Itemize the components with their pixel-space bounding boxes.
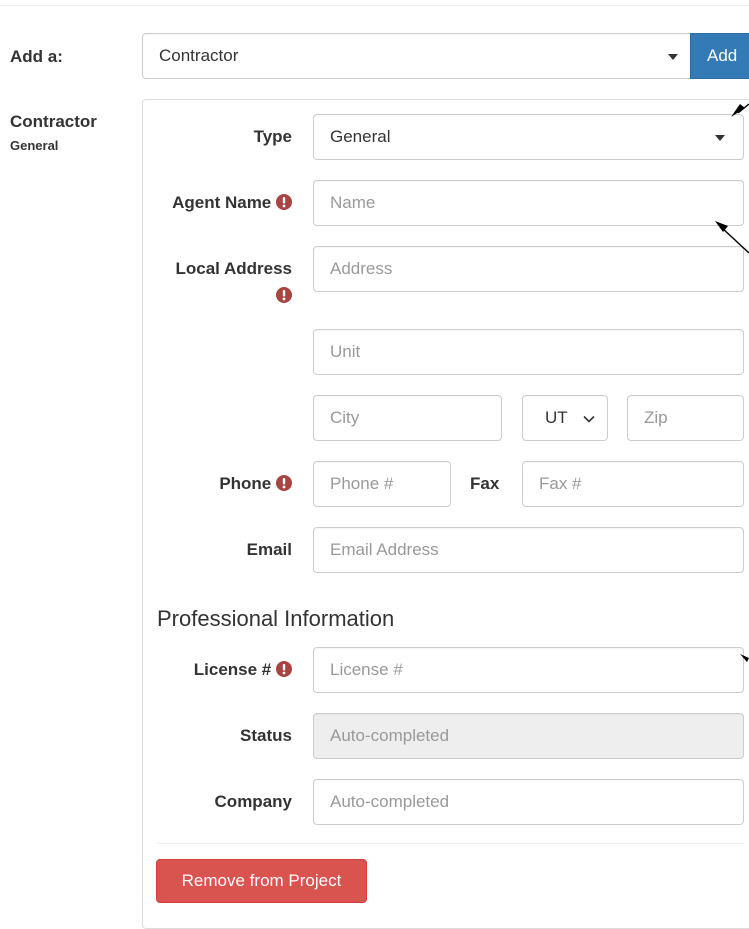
company-input[interactable]: Auto-completed	[313, 779, 744, 825]
contractor-subtype: General	[10, 138, 59, 153]
email-input[interactable]: Email Address	[313, 527, 744, 573]
arrow-icon	[740, 654, 749, 662]
fax-label: Fax	[470, 474, 500, 493]
phone-label: Phone	[219, 474, 292, 494]
professional-info-heading: Professional Information	[157, 606, 395, 631]
top-divider	[0, 5, 749, 6]
arrow-icon	[715, 103, 749, 254]
remove-from-project-button[interactable]: Remove from Project	[156, 859, 367, 903]
type-select[interactable]: General	[313, 114, 744, 160]
add-type-select[interactable]: Contractor	[142, 33, 691, 79]
status-input: Auto-completed	[313, 713, 744, 759]
address-input[interactable]: Address	[313, 246, 744, 292]
type-label: Type	[253, 127, 292, 146]
add-button[interactable]: Add	[690, 33, 749, 79]
phone-input[interactable]: Phone #	[313, 461, 451, 507]
add-type-value: Contractor	[159, 46, 239, 65]
zip-input[interactable]: Zip	[627, 395, 744, 441]
exclamation-circle-icon	[276, 194, 292, 210]
local-address-required	[276, 286, 292, 306]
contractor-heading: Contractor	[10, 112, 97, 131]
exclamation-circle-icon	[276, 287, 292, 303]
agent-name-label-text: Agent Name	[172, 193, 272, 212]
license-label-text: License #	[193, 660, 272, 679]
add-a-label: Add a:	[10, 47, 63, 66]
email-label: Email	[246, 540, 292, 559]
license-input[interactable]: License #	[313, 647, 744, 693]
fax-input[interactable]: Fax #	[522, 461, 744, 507]
chevron-down-icon	[582, 411, 596, 431]
exclamation-circle-icon	[276, 475, 292, 491]
agent-name-input[interactable]: Name	[313, 180, 744, 226]
agent-name-label: Agent Name	[172, 193, 292, 213]
local-address-label: Local Address	[175, 259, 292, 278]
status-label: Status	[240, 726, 292, 745]
exclamation-circle-icon	[276, 661, 292, 677]
caret-down-icon	[668, 54, 678, 60]
license-label: License #	[194, 660, 292, 680]
panel-divider	[157, 843, 744, 844]
city-input[interactable]: City	[313, 395, 502, 441]
phone-label-text: Phone	[219, 474, 272, 493]
type-value: General	[330, 127, 391, 146]
state-select[interactable]: UT	[522, 395, 608, 441]
unit-input[interactable]: Unit	[313, 329, 744, 375]
state-value: UT	[545, 408, 568, 427]
company-label: Company	[214, 792, 292, 811]
